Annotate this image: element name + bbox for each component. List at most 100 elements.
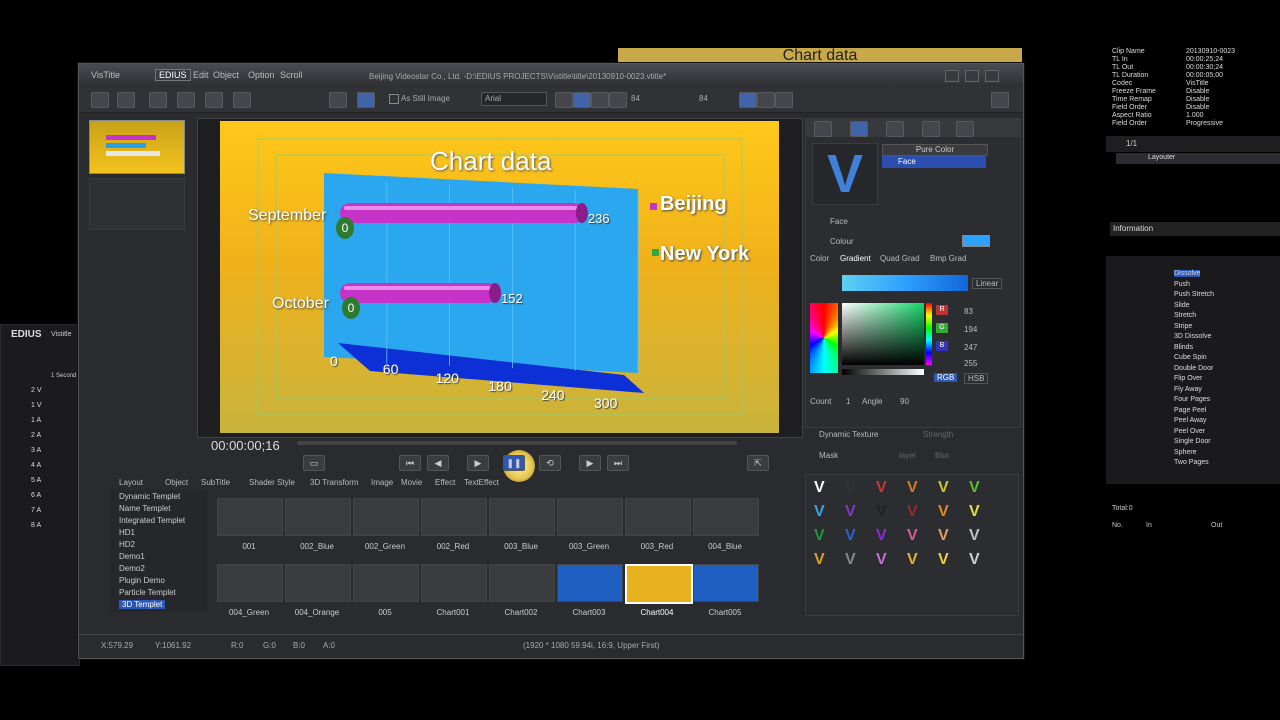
template-thumbnail[interactable] <box>421 498 487 536</box>
track-label[interactable]: 4 A <box>31 462 41 469</box>
style-preset[interactable]: V <box>876 479 887 497</box>
align-right-icon[interactable] <box>775 92 793 108</box>
title-thumbnail-chart[interactable] <box>89 120 185 174</box>
tab-gradient[interactable]: Gradient <box>840 254 871 263</box>
play-button[interactable]: ▶ <box>467 455 489 471</box>
colour-swatch[interactable] <box>962 235 990 247</box>
effect-item[interactable]: Peel Away <box>1174 417 1207 424</box>
count-value[interactable]: 1 <box>846 397 850 406</box>
face-list-item[interactable]: Face <box>882 156 986 168</box>
copy-icon[interactable] <box>177 92 195 108</box>
scrub-bar[interactable] <box>297 441 737 445</box>
style-preset[interactable]: V <box>969 551 980 569</box>
style-preset[interactable]: V <box>814 503 825 521</box>
effect-item[interactable]: Stripe <box>1174 323 1192 330</box>
mask-label[interactable]: Mask <box>819 451 838 460</box>
template-thumbnail[interactable] <box>217 564 283 602</box>
style-preset[interactable]: V <box>907 479 918 497</box>
delete-icon[interactable] <box>233 92 251 108</box>
gallery-tab[interactable]: SubTitle <box>201 478 230 487</box>
cut-icon[interactable] <box>149 92 167 108</box>
template-thumbnail[interactable] <box>693 498 759 536</box>
redo-icon[interactable] <box>117 92 135 108</box>
layouter-item[interactable]: Layouter <box>1116 153 1280 164</box>
g-value[interactable]: 194 <box>964 325 977 334</box>
a-value[interactable]: 255 <box>964 359 977 368</box>
template-category[interactable]: Integrated Templet <box>119 516 185 525</box>
effect-item[interactable]: Two Pages <box>1174 459 1209 466</box>
template-thumbnail[interactable] <box>353 498 419 536</box>
track-label[interactable]: 8 A <box>31 522 41 529</box>
template-thumbnail[interactable] <box>421 564 487 602</box>
effect-item[interactable]: Stretch <box>1174 312 1196 319</box>
gallery-tab[interactable]: Object <box>165 478 188 487</box>
style-preset[interactable]: V <box>938 503 949 521</box>
template-category[interactable]: Demo1 <box>119 552 145 561</box>
style-preset[interactable]: V <box>907 503 918 521</box>
style-preset[interactable]: V <box>814 527 825 545</box>
template-category[interactable]: HD1 <box>119 528 135 537</box>
minimize-button[interactable] <box>945 70 959 82</box>
gallery-tab[interactable]: Layout <box>119 478 143 487</box>
menu-edius[interactable]: EDIUS <box>155 69 191 81</box>
angle-value[interactable]: 90 <box>900 397 909 406</box>
output-button[interactable]: ⇱ <box>747 455 769 471</box>
menu-object[interactable]: Object <box>213 70 239 80</box>
template-category[interactable]: Dynamic Templet <box>119 492 180 501</box>
align-left-icon[interactable] <box>739 92 757 108</box>
effect-prop-icon[interactable] <box>886 121 904 137</box>
menu-option[interactable]: Option <box>248 70 275 80</box>
paste-icon[interactable] <box>205 92 223 108</box>
track-label[interactable]: 3 A <box>31 447 41 454</box>
template-thumbnail[interactable] <box>285 498 351 536</box>
step-back-button[interactable]: ◀ <box>427 455 449 471</box>
style-preset[interactable]: V <box>969 479 980 497</box>
style-preset[interactable]: V <box>907 551 918 569</box>
style-preset[interactable]: V <box>969 503 980 521</box>
template-thumbnail[interactable] <box>557 498 623 536</box>
font-size[interactable]: 84 <box>631 94 640 103</box>
effect-item[interactable]: Slide <box>1174 302 1190 309</box>
style-preset[interactable]: V <box>845 479 856 497</box>
b-value[interactable]: 247 <box>964 343 977 352</box>
step-forward-button[interactable]: ▶ <box>579 455 601 471</box>
r-value[interactable]: 83 <box>964 307 973 316</box>
gallery-tab[interactable]: Image <box>371 478 393 487</box>
track-label[interactable]: 5 A <box>31 477 41 484</box>
template-category[interactable]: Demo2 <box>119 564 145 573</box>
effect-item[interactable]: Four Pages <box>1174 396 1210 403</box>
in-point-button[interactable]: ▭ <box>303 455 325 471</box>
track-label[interactable]: 1 V <box>31 402 42 409</box>
color-picker[interactable] <box>842 303 924 365</box>
maximize-button[interactable] <box>965 70 979 82</box>
template-thumbnail[interactable] <box>625 564 693 604</box>
effect-item[interactable]: Double Door <box>1174 365 1213 372</box>
template-thumbnail[interactable] <box>489 564 555 602</box>
tab-bmp-grad[interactable]: Bmp Grad <box>930 254 966 263</box>
font-size-2[interactable]: 84 <box>699 94 708 103</box>
template-thumbnail[interactable] <box>693 564 759 602</box>
hand-tool-icon[interactable] <box>357 92 375 108</box>
style-preset[interactable]: V <box>814 551 825 569</box>
still-image-checkbox[interactable] <box>389 94 399 104</box>
gallery-tab[interactable]: TextEffect <box>464 478 499 487</box>
effect-item[interactable]: Push Stretch <box>1174 291 1214 298</box>
template-thumbnail[interactable] <box>353 564 419 602</box>
template-category[interactable]: HD2 <box>119 540 135 549</box>
gallery-tab[interactable]: 3D Transform <box>310 478 358 487</box>
style-preset[interactable]: V <box>845 527 856 545</box>
swatch-palette[interactable] <box>810 303 838 373</box>
style-preset[interactable]: V <box>907 527 918 545</box>
template-category[interactable]: Particle Templet <box>119 588 176 597</box>
shadow-prop-icon[interactable] <box>922 121 940 137</box>
loop-button[interactable]: ⟲ <box>539 455 561 471</box>
pure-color-select[interactable]: Pure Color <box>882 144 988 156</box>
close-button[interactable] <box>985 70 999 82</box>
fast-forward-button[interactable]: ⏭ <box>607 455 629 471</box>
gallery-tab[interactable]: Effect <box>435 478 455 487</box>
effect-item[interactable]: Peel Over <box>1174 428 1205 435</box>
tab-color[interactable]: Color <box>810 254 829 263</box>
style-preset[interactable]: V <box>938 551 949 569</box>
gradient-bar[interactable] <box>842 275 968 291</box>
luminance-slider[interactable] <box>842 369 924 375</box>
